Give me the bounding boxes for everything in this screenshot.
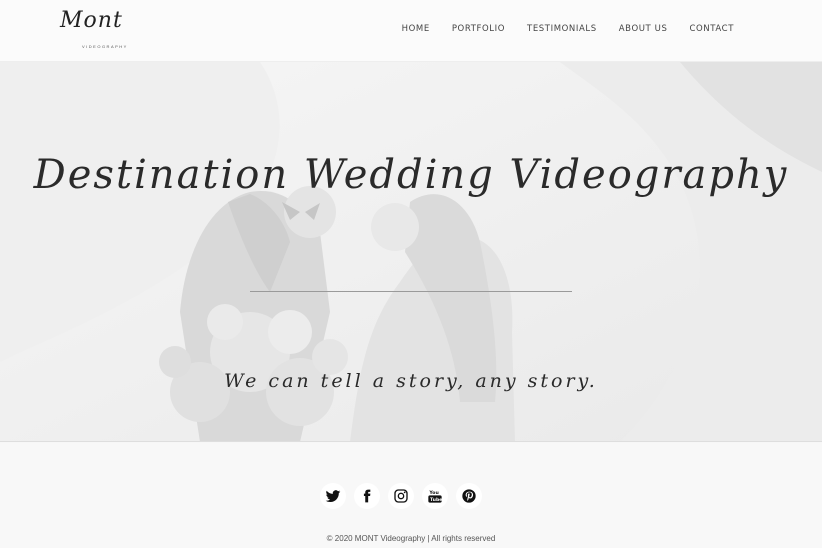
facebook-icon[interactable] <box>354 483 380 509</box>
nav-contact[interactable]: CONTACT <box>689 24 734 34</box>
instagram-icon[interactable] <box>388 483 414 509</box>
main-nav: HOME PORTFOLIO TESTIMONIALS ABOUT US CON… <box>380 24 734 34</box>
hero-title: Destination Wedding Videography <box>33 152 789 198</box>
hero-section: Destination Wedding Videography We can t… <box>0 62 822 442</box>
social-links: You Tube <box>320 483 482 509</box>
site-logo[interactable]: Mont VIDEOGRAPHY <box>60 8 140 52</box>
logo-script-text: Mont <box>60 8 123 33</box>
site-header: Mont VIDEOGRAPHY HOME PORTFOLIO TESTIMON… <box>0 0 822 62</box>
svg-text:Tube: Tube <box>430 497 442 503</box>
youtube-icon[interactable]: You Tube <box>422 483 448 509</box>
nav-portfolio[interactable]: PORTFOLIO <box>452 24 505 34</box>
svg-text:You: You <box>428 490 438 496</box>
site-footer: You Tube © 2020 MONT Videography | All ri… <box>0 443 822 548</box>
hero-divider <box>250 291 572 292</box>
nav-home[interactable]: HOME <box>402 24 430 34</box>
copyright-text: © 2020 MONT Videography | All rights res… <box>326 534 496 543</box>
pinterest-icon[interactable] <box>456 483 482 509</box>
nav-testimonials[interactable]: TESTIMONIALS <box>527 24 597 34</box>
nav-about-us[interactable]: ABOUT US <box>619 24 668 34</box>
twitter-icon[interactable] <box>320 483 346 509</box>
logo-subtitle: VIDEOGRAPHY <box>82 44 128 49</box>
hero-tagline: We can tell a story, any story. <box>224 370 598 392</box>
